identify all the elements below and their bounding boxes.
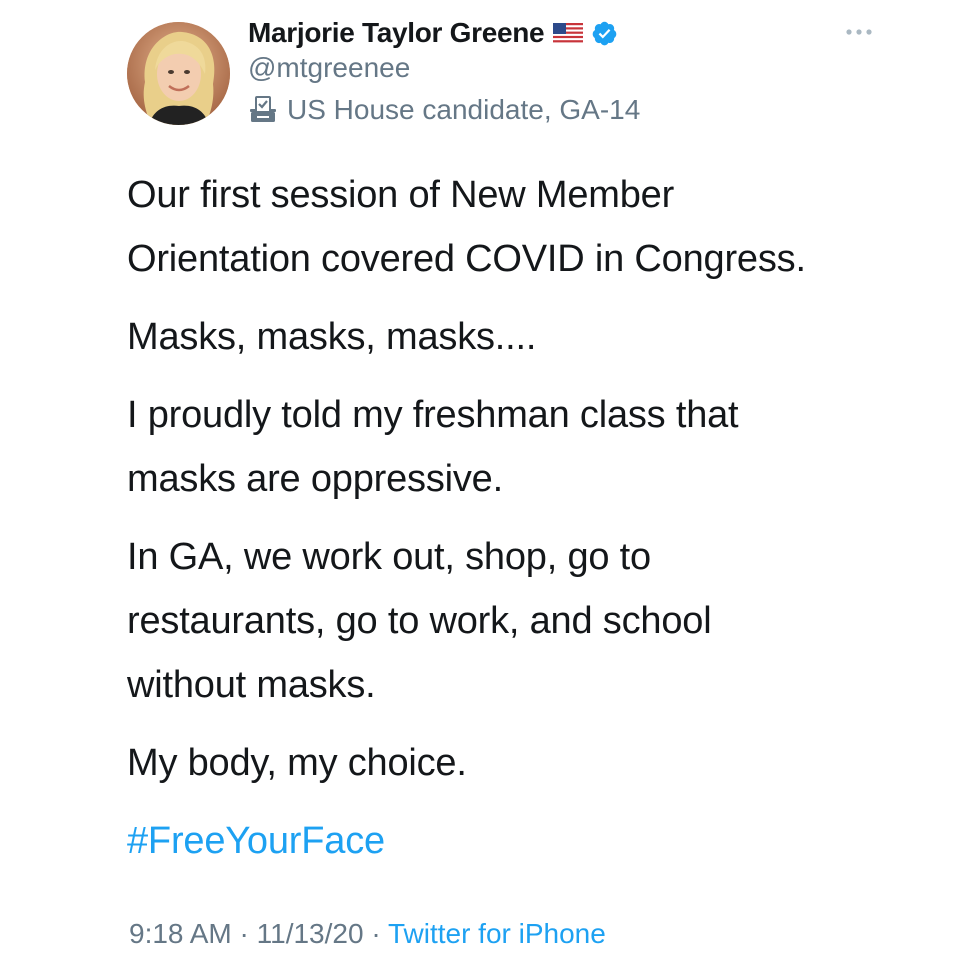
avatar[interactable] bbox=[127, 22, 230, 125]
display-name[interactable]: Marjorie Taylor Greene bbox=[248, 17, 545, 49]
tweet-date[interactable]: 11/13/20 bbox=[257, 918, 364, 949]
tweet-text-line: restaurants, go to work, and school bbox=[127, 600, 712, 642]
tweet-time[interactable]: 9:18 AM bbox=[129, 918, 232, 949]
hashtag-link[interactable]: #FreeYourFace bbox=[127, 809, 385, 873]
tweet-text-line: masks are oppressive. bbox=[127, 458, 503, 500]
tweet-text-line: I proudly told my freshman class that bbox=[127, 394, 739, 436]
us-flag-icon bbox=[553, 22, 584, 44]
tweet-meta: 9:18 AM · 11/13/20 · Twitter for iPhone bbox=[129, 918, 606, 950]
tweet-text-line: Masks, masks, masks.... bbox=[127, 316, 537, 358]
ballot-box-icon bbox=[248, 96, 278, 124]
tweet-text-line: Our first session of New Member bbox=[127, 174, 675, 216]
label-text: US House candidate, GA-14 bbox=[287, 94, 641, 125]
meta-separator: · bbox=[371, 918, 388, 949]
tweet-source-link[interactable]: Twitter for iPhone bbox=[388, 918, 606, 949]
tweet-text-line: Orientation covered COVID in Congress. bbox=[127, 238, 806, 280]
author-handle[interactable]: @mtgreenee bbox=[248, 52, 410, 84]
tweet-card: Marjorie Taylor Greene @mtgreenee US Hou… bbox=[0, 0, 980, 980]
meta-separator: · bbox=[239, 918, 257, 949]
more-options-icon[interactable] bbox=[843, 26, 875, 38]
tweet-text-line: without masks. bbox=[127, 664, 376, 706]
author-name-row: Marjorie Taylor Greene bbox=[248, 14, 618, 52]
verified-icon bbox=[591, 20, 618, 47]
candidate-label: US House candidate, GA-14 bbox=[248, 93, 640, 127]
tweet-text-line: My body, my choice. bbox=[127, 742, 467, 784]
tweet-text-line: In GA, we work out, shop, go to bbox=[127, 536, 651, 578]
